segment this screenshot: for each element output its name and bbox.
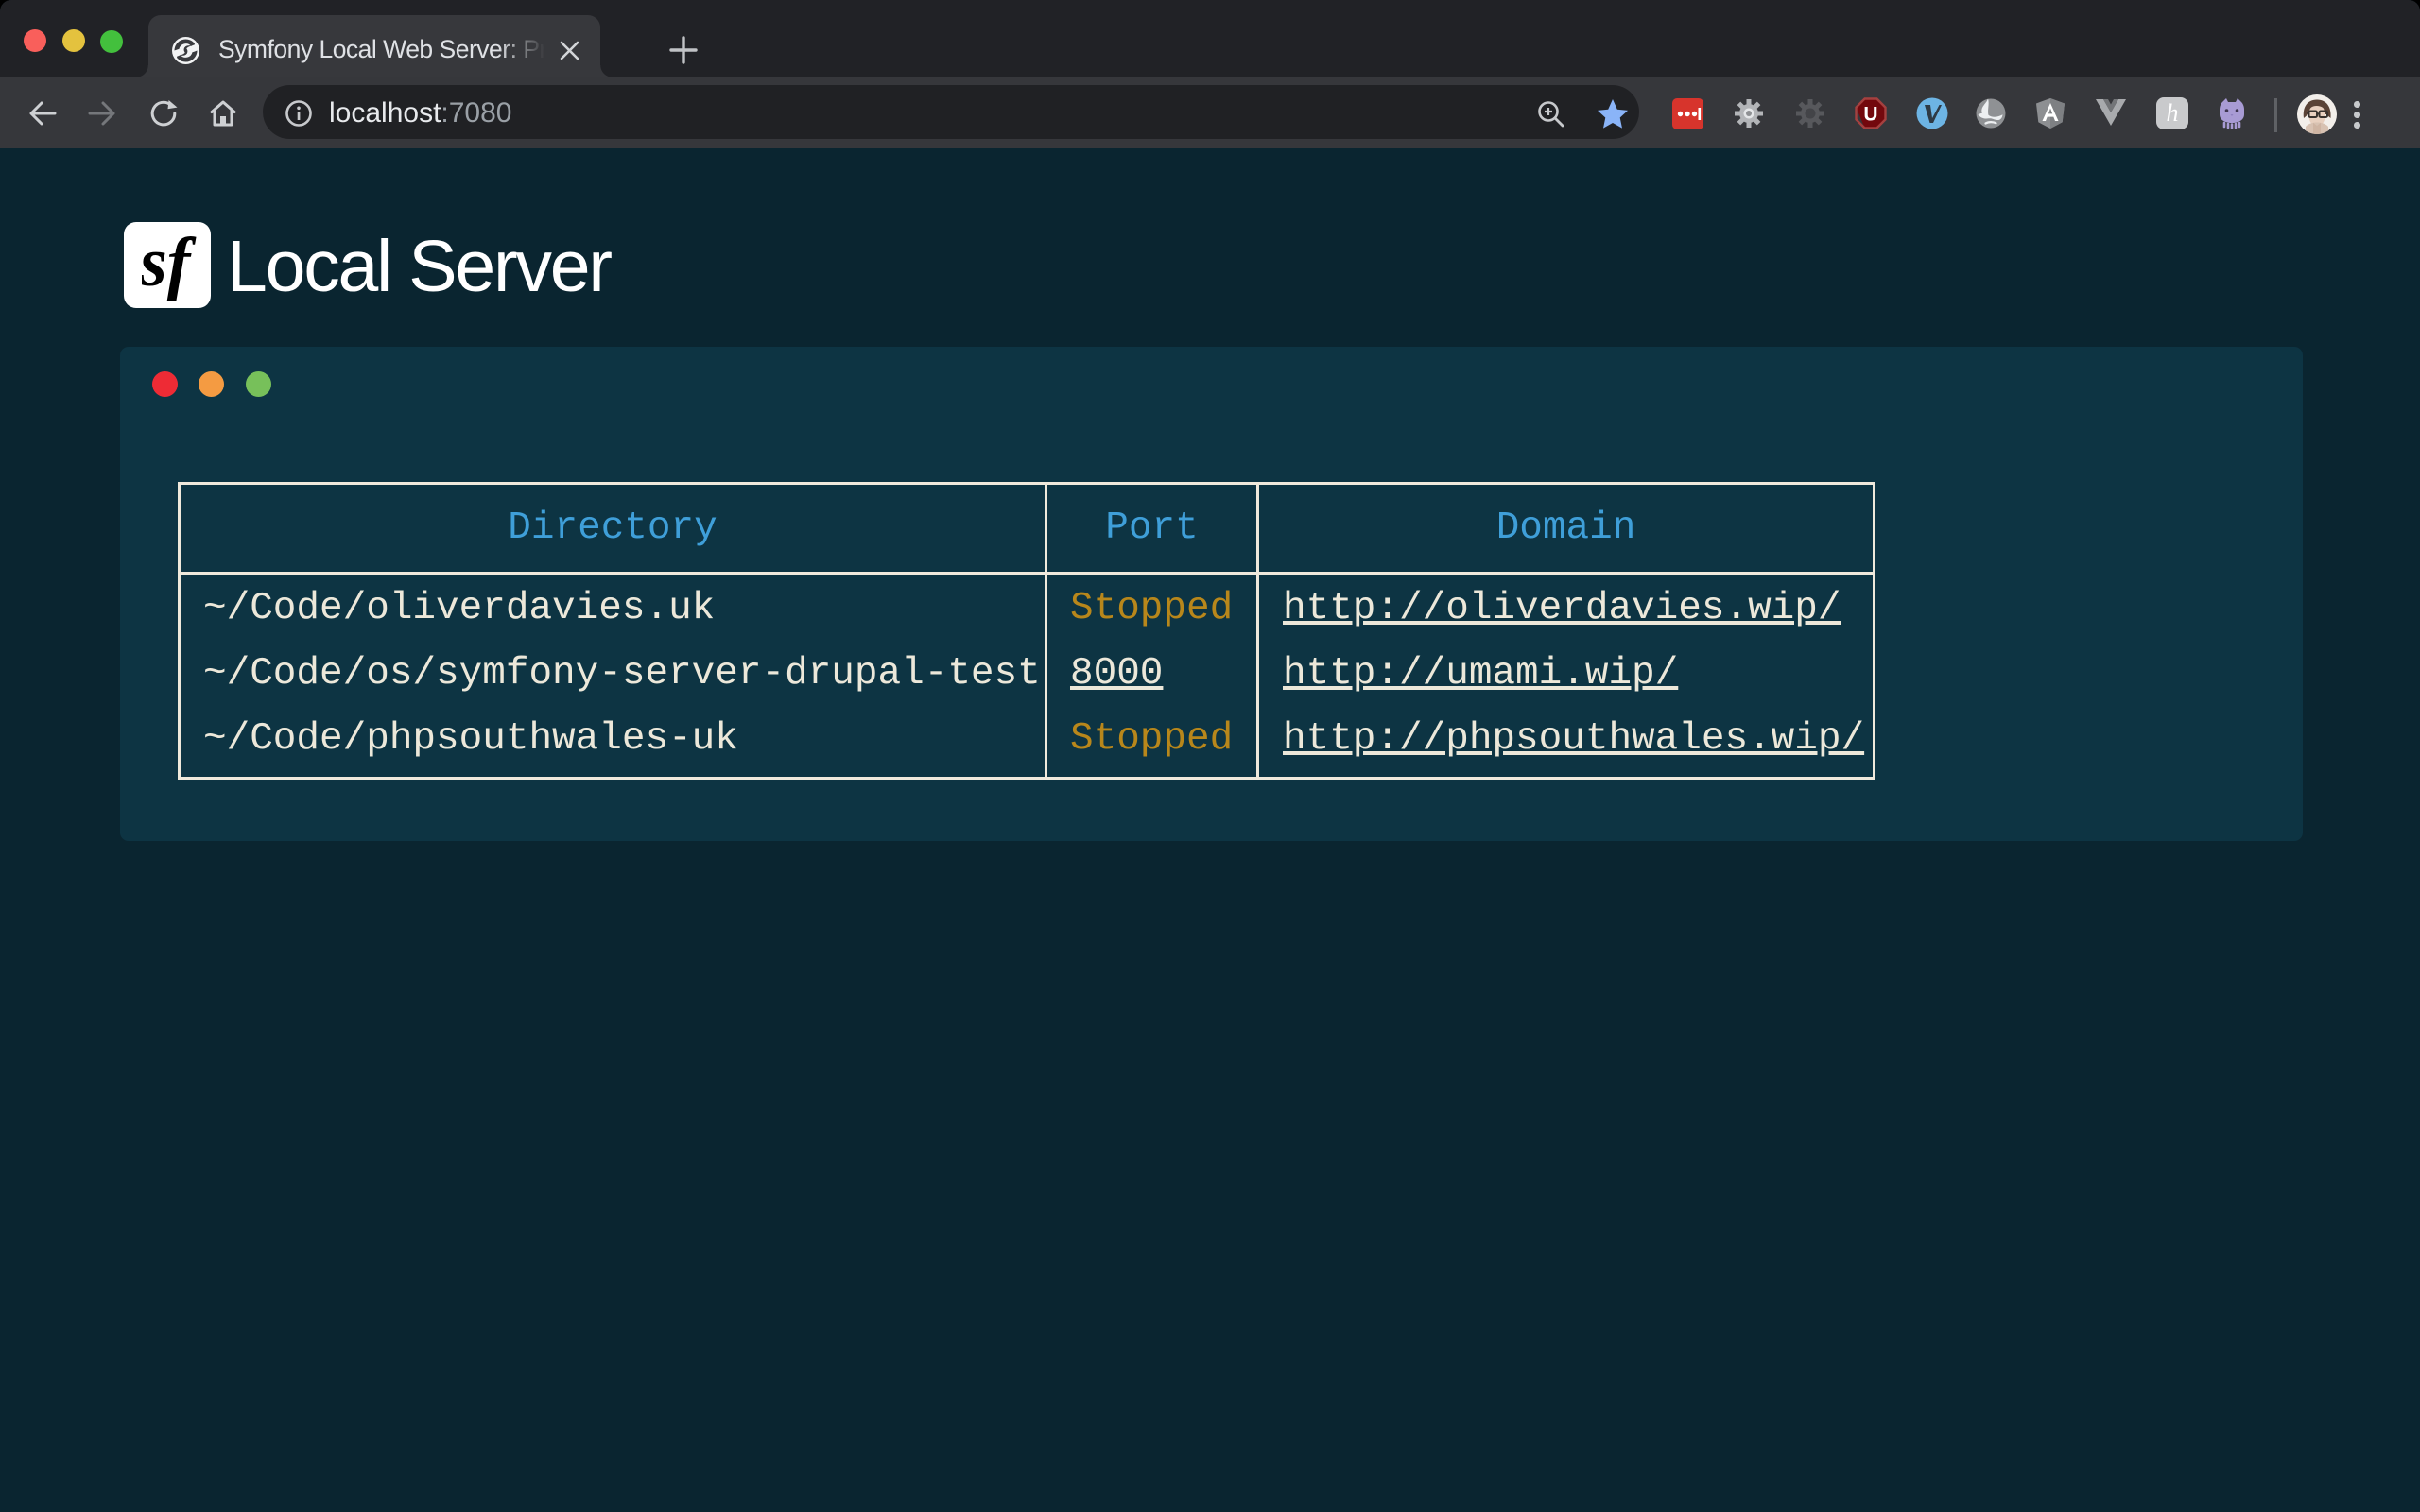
svg-text:h: h [2167,99,2179,127]
svg-text:U: U [1863,104,1877,126]
svg-text:sf: sf [142,229,197,301]
